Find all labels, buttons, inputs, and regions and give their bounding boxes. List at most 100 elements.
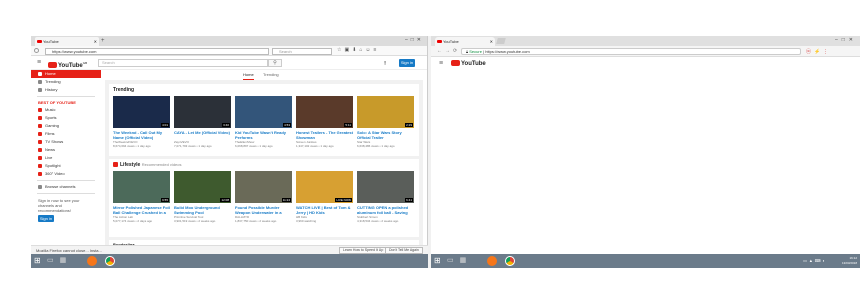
youtube-search-input[interactable]: Search — [98, 59, 268, 67]
video-title[interactable]: Solo: A Star Wars Story Official Trailer — [357, 130, 414, 140]
window-controls[interactable]: –□✕ — [835, 37, 857, 43]
window-controls[interactable]: –□✕ — [405, 37, 424, 43]
browser-search-input[interactable]: Search — [272, 48, 332, 55]
video-card[interactable]: 2:29 Solo: A Star Wars Story Official Tra… — [357, 96, 414, 148]
add-circle-icon — [38, 185, 42, 189]
main-content: Home Trending Trending 4:01 The Weeknd - … — [105, 70, 423, 254]
taskbar-icons[interactable]: ▭▦ — [47, 256, 72, 264]
sidebar-item-trending[interactable]: Trending — [31, 78, 101, 86]
sidebar-item-history[interactable]: History — [31, 86, 101, 94]
sidebar-item-sports[interactable]: Sports — [31, 114, 101, 122]
sidebar-item-music[interactable]: Music — [31, 106, 101, 114]
video-duration: 5:11 — [344, 123, 352, 127]
firefox-icon[interactable] — [87, 256, 97, 266]
sidebar-item-live[interactable]: Live — [31, 154, 101, 162]
video-card[interactable]: 3:40 CAYA - Let Me (Official Video) ZaynVE… — [174, 96, 231, 148]
video-card[interactable]: 11:24 Found Possible Murder Weapon Underw… — [235, 171, 292, 223]
upload-icon[interactable]: ⭱ — [384, 59, 386, 69]
video-card[interactable]: 6:41 CUTTING OPEN a polished aluminum foi… — [357, 171, 414, 223]
play-logo-icon — [48, 62, 57, 68]
tab-youtube[interactable]: YouTube ✕ — [35, 37, 99, 46]
taskbar-icons[interactable]: ▭▦ — [447, 256, 472, 264]
video-title[interactable]: Kid YouTube Wasn't Ready Performs — [235, 130, 292, 140]
video-card[interactable]: 12:08 Build Moo Underground Swimming Pool… — [174, 171, 231, 223]
youtube-logo[interactable]: YouTube — [451, 60, 486, 68]
video-thumbnail[interactable]: 6:41 — [357, 171, 414, 203]
menu-icon[interactable]: ≡ — [439, 60, 443, 67]
new-tab-button[interactable] — [496, 38, 506, 44]
video-thumbnail[interactable]: 11:24 — [235, 171, 292, 203]
search-button[interactable]: ⚲ — [268, 59, 282, 67]
section-title: Trending — [113, 87, 135, 93]
tab-youtube[interactable]: YouTube ✕ — [435, 37, 495, 46]
sidebar-item-browse-channels[interactable]: Browse channels — [31, 183, 101, 191]
windows-start-icon[interactable]: ⊞ — [434, 257, 442, 265]
new-tab-button[interactable]: + — [101, 36, 105, 46]
menu-icon[interactable]: ≡ — [37, 59, 41, 66]
sidebar-item-tv-shows[interactable]: TV Shows — [31, 138, 101, 146]
close-tab-icon[interactable]: ✕ — [490, 37, 493, 46]
speed-up-button[interactable]: Learn How to Speed It Up — [339, 247, 388, 254]
video-title[interactable]: Build Moo Underground Swimming Pool — [174, 205, 231, 215]
divider — [37, 180, 95, 181]
video-thumbnail[interactable]: LIVE NOW — [296, 171, 353, 203]
sidebar-sign-in-button[interactable]: Sign in — [38, 215, 54, 222]
chrome-icon[interactable] — [105, 256, 115, 266]
search-icon: ⚲ — [273, 60, 277, 66]
sidebar-item-films[interactable]: Films — [31, 130, 101, 138]
trending-section: Trending 4:01 The Weeknd - Call Out My Na… — [109, 84, 419, 156]
extension-icons[interactable]: ⓞ⚡⋮ — [806, 48, 831, 55]
video-thumbnail[interactable]: 4:53 — [235, 96, 292, 128]
video-meta: 5,077,174 views • 2 days ago — [113, 219, 153, 223]
history-icon — [38, 88, 42, 92]
nav-arrows[interactable]: ←→⟳ — [437, 48, 460, 54]
video-title[interactable]: CAYA - Let Me (Official Video) — [174, 130, 231, 140]
dont-tell-button[interactable]: Don't Tell Me Again — [385, 247, 423, 254]
video-thumbnail[interactable]: 2:29 — [357, 96, 414, 128]
video-title[interactable]: CUTTING OPEN a polished aluminum foil ba… — [357, 205, 414, 215]
taskbar: ⊞ ▭▦ — [31, 254, 428, 268]
firefox-icon[interactable] — [487, 256, 497, 266]
tab-home[interactable]: Home — [243, 71, 254, 80]
video-meta: 6,068,897 views • 1 day ago — [235, 144, 273, 148]
video-card[interactable]: 4:01 The Weeknd - Call Out My Name (Offic… — [113, 96, 170, 148]
content-tabs: Home Trending — [105, 70, 423, 80]
video-title[interactable]: Found Possible Murder Weapon Underwater … — [235, 205, 292, 215]
url-bar[interactable]: https://www.youtube.com — [45, 48, 269, 55]
sidebar-item-gaming[interactable]: Gaming — [31, 122, 101, 130]
video-duration: 12:08 — [220, 198, 230, 202]
system-tray-icons[interactable]: ▭▲⌨◐ — [803, 258, 827, 263]
taskbar: ⊞ ▭▦ ▭▲⌨◐ 16:12 13/03/2018 — [431, 254, 860, 268]
video-card[interactable]: 9:55 Mirror Polished Japanese Foil Ball C… — [113, 171, 170, 223]
video-thumbnail[interactable]: 12:08 — [174, 171, 231, 203]
sidebar-item-news[interactable]: News — [31, 146, 101, 154]
tab-label: YouTube — [443, 39, 459, 44]
tab-trending[interactable]: Trending — [263, 71, 279, 79]
sidebar-item-360-video[interactable]: 360° Video — [31, 170, 101, 178]
back-button[interactable] — [34, 48, 39, 53]
windows-start-icon[interactable]: ⊞ — [34, 257, 42, 265]
nav-bar: ←→⟳ 🔒︎ Secure | https://www.youtube.com … — [431, 46, 860, 57]
video-title[interactable]: Honest Trailers - The Greatest Showman — [296, 130, 353, 140]
video-card[interactable]: LIVE NOW WATCH LIVE | Best of Tom & Jerry… — [296, 171, 353, 223]
toolbar-icons[interactable]: ☆▣⬇⌂☺≡ — [337, 47, 379, 53]
chrome-icon[interactable] — [505, 256, 515, 266]
sidebar-item-spotlight[interactable]: Spotlight — [31, 162, 101, 170]
divider — [37, 96, 95, 97]
video-title[interactable]: WATCH LIVE | Best of Tom & Jerry | HD Ki… — [296, 205, 353, 215]
sidebar-item-home[interactable]: Home — [31, 70, 101, 78]
video-thumbnail[interactable]: 5:11 — [296, 96, 353, 128]
video-title[interactable]: The Weeknd - Call Out My Name (Official … — [113, 130, 170, 140]
video-thumbnail[interactable]: 3:40 — [174, 96, 231, 128]
video-card[interactable]: 4:53 Kid YouTube Wasn't Ready Performs The… — [235, 96, 292, 148]
close-tab-icon[interactable]: ✕ — [94, 37, 97, 46]
video-card[interactable]: 5:11 Honest Trailers - The Greatest Showm… — [296, 96, 353, 148]
video-thumbnail[interactable]: 9:55 — [113, 171, 170, 203]
sign-in-button[interactable]: Sign in — [399, 59, 415, 67]
url-bar[interactable]: 🔒︎ Secure | https://www.youtube.com — [461, 48, 801, 55]
video-title[interactable]: Mirror Polished Japanese Foil Ball Chall… — [113, 205, 170, 215]
video-thumbnail[interactable]: 4:01 — [113, 96, 170, 128]
youtube-logo[interactable]: YouTubeGB — [48, 59, 87, 70]
clock[interactable]: 16:12 13/03/2018 — [842, 256, 857, 266]
video-meta: 3,901,519 views • 2 weeks ago — [174, 219, 216, 223]
